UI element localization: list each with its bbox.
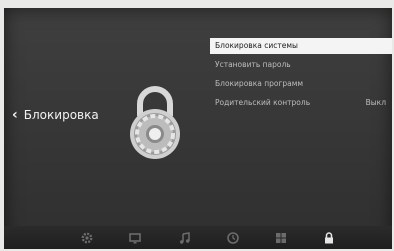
bottom-dock: [4, 226, 392, 249]
menu-item-parental-control[interactable]: Родительский контроль Выкл: [210, 95, 392, 111]
menu-item-set-password[interactable]: Установить пароль: [210, 57, 392, 73]
lock-settings-menu: Блокировка системы Установить пароль Бло…: [210, 38, 392, 114]
menu-item-label: Блокировка программ: [215, 79, 304, 88]
page-title[interactable]: ‹ Блокировка: [12, 108, 99, 122]
parental-control-value: Выкл: [365, 98, 386, 107]
clock-icon[interactable]: [226, 231, 240, 245]
chevron-left-icon[interactable]: ‹: [12, 108, 18, 122]
tv-settings-screen: ‹ Блокировка Блокировка системы Установи…: [4, 8, 392, 249]
menu-item-label: Установить пароль: [215, 60, 291, 69]
tv-icon[interactable]: [128, 231, 142, 245]
lock-icon[interactable]: [322, 231, 336, 245]
gear-icon[interactable]: [80, 231, 94, 245]
menu-item-label: Родительский контроль: [215, 98, 311, 107]
menu-item-app-lock[interactable]: Блокировка программ: [210, 76, 392, 92]
menu-item-system-lock[interactable]: Блокировка системы: [210, 38, 392, 54]
padlock-emblem-icon: [130, 86, 180, 159]
page-title-label: Блокировка: [23, 108, 99, 122]
music-note-icon[interactable]: [178, 231, 192, 245]
grid-icon[interactable]: [274, 231, 288, 245]
menu-item-label: Блокировка системы: [215, 41, 298, 50]
